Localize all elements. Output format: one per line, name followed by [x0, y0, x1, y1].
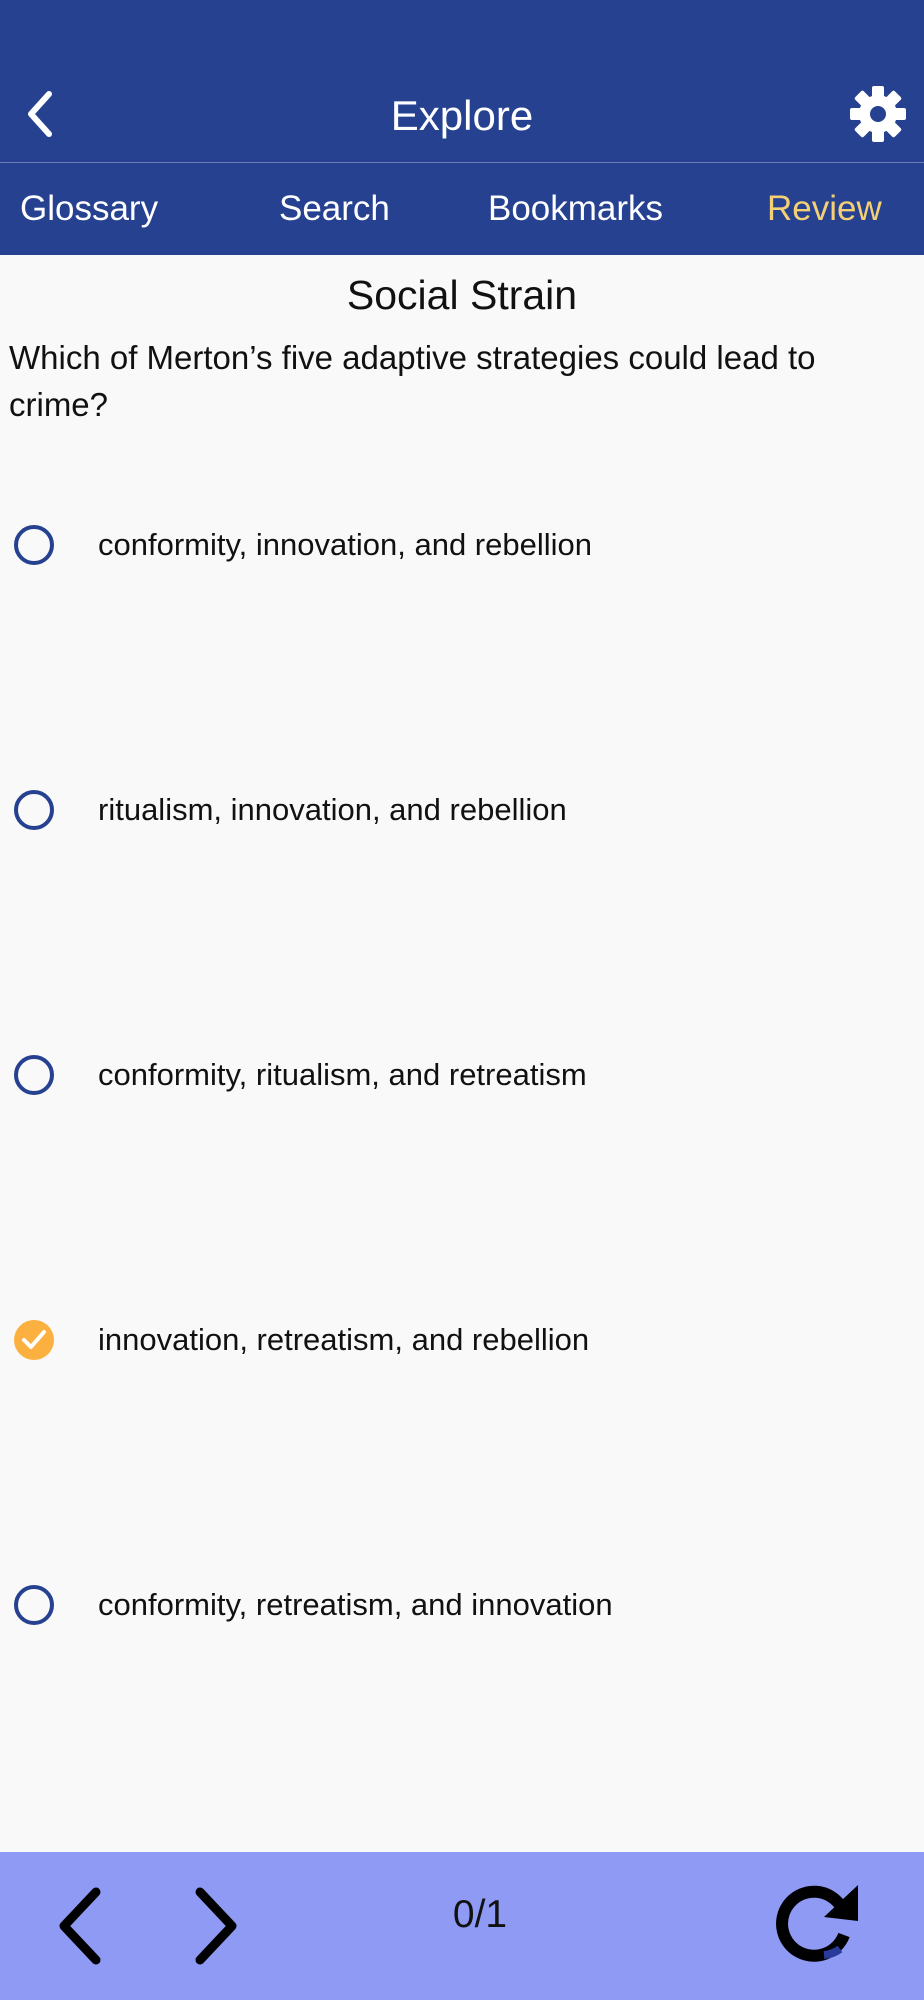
answer-option[interactable]: ritualism, innovation, and rebellion: [0, 772, 924, 852]
tab-bookmarks[interactable]: Bookmarks: [488, 163, 663, 255]
quiz-title: Social Strain: [346, 272, 578, 318]
answer-option-label: innovation, retreatism, and rebellion: [98, 1322, 590, 1357]
radio-button[interactable]: [14, 790, 54, 830]
gear-icon: [850, 86, 906, 142]
radio-button-checked[interactable]: [14, 1320, 54, 1360]
explore-screen: Explore Glossary Search Bookmarks Review…: [0, 0, 924, 2000]
radio-button[interactable]: [14, 525, 54, 565]
answer-option-label: conformity, innovation, and rebellion: [98, 527, 592, 562]
tab-bar: Glossary Search Bookmarks Review: [0, 163, 924, 255]
settings-button[interactable]: [846, 82, 910, 146]
chevron-right-icon: [195, 1887, 237, 1965]
answer-option-selected[interactable]: innovation, retreatism, and rebellion: [0, 1302, 924, 1382]
answer-option-label: conformity, retreatism, and innovation: [98, 1587, 613, 1622]
radio-button[interactable]: [14, 1055, 54, 1095]
answer-option[interactable]: conformity, retreatism, and innovation: [0, 1567, 924, 1647]
answer-option-label: conformity, ritualism, and retreatism: [98, 1057, 587, 1092]
chevron-left-icon: [59, 1887, 101, 1965]
page-title: Explore: [390, 92, 534, 139]
tab-review[interactable]: Review: [767, 163, 882, 255]
refresh-button[interactable]: [772, 1872, 862, 1972]
tab-glossary[interactable]: Glossary: [20, 163, 158, 255]
answer-option[interactable]: conformity, ritualism, and retreatism: [0, 1037, 924, 1117]
question-text: Which of Merton’s five adaptive strategi…: [9, 339, 816, 423]
question-counter: 0/1: [452, 1893, 508, 1936]
radio-button[interactable]: [14, 1585, 54, 1625]
checkmark-icon: [22, 1330, 46, 1349]
app-header: Explore: [0, 0, 924, 163]
refresh-icon: [776, 1885, 858, 1962]
next-button[interactable]: [176, 1876, 256, 1976]
tab-search[interactable]: Search: [279, 163, 390, 255]
previous-button[interactable]: [40, 1876, 120, 1976]
answer-option-label: ritualism, innovation, and rebellion: [98, 792, 567, 827]
answer-option[interactable]: conformity, innovation, and rebellion: [0, 507, 924, 587]
